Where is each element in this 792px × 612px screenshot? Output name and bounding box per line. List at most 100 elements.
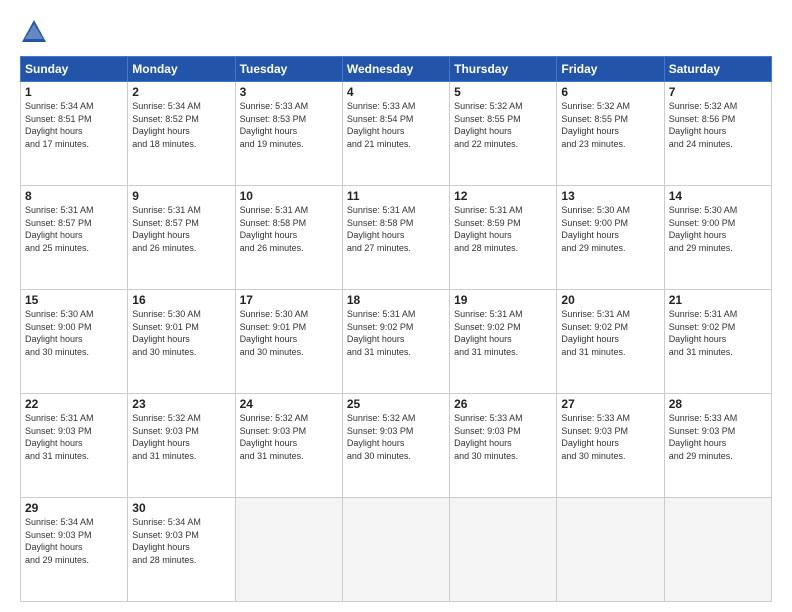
table-row: 17 Sunrise: 5:30 AM Sunset: 9:01 PM Dayl… [235, 290, 342, 394]
logo [20, 18, 50, 46]
table-row: 7 Sunrise: 5:32 AM Sunset: 8:56 PM Dayli… [664, 82, 771, 186]
sunset-label: Sunset: 9:00 PM [561, 218, 628, 228]
sunrise-label: Sunrise: 5:31 AM [25, 413, 94, 423]
sunrise-label: Sunrise: 5:30 AM [240, 309, 309, 319]
table-row: 29 Sunrise: 5:34 AM Sunset: 9:03 PM Dayl… [21, 498, 128, 602]
day-detail: Sunrise: 5:34 AM Sunset: 9:03 PM Dayligh… [132, 516, 230, 566]
day-number: 2 [132, 85, 230, 99]
table-row: 30 Sunrise: 5:34 AM Sunset: 9:03 PM Dayl… [128, 498, 235, 602]
day-detail: Sunrise: 5:33 AM Sunset: 8:53 PM Dayligh… [240, 100, 338, 150]
sunrise-label: Sunrise: 5:31 AM [347, 309, 416, 319]
table-row [342, 498, 449, 602]
day-number: 29 [25, 501, 123, 515]
sunrise-label: Sunrise: 5:34 AM [25, 101, 94, 111]
table-row: 6 Sunrise: 5:32 AM Sunset: 8:55 PM Dayli… [557, 82, 664, 186]
daylight-label: Daylight hours [240, 334, 298, 344]
sunset-label: Sunset: 9:01 PM [132, 322, 199, 332]
day-detail: Sunrise: 5:34 AM Sunset: 8:51 PM Dayligh… [25, 100, 123, 150]
table-row: 3 Sunrise: 5:33 AM Sunset: 8:53 PM Dayli… [235, 82, 342, 186]
table-row: 12 Sunrise: 5:31 AM Sunset: 8:59 PM Dayl… [450, 186, 557, 290]
day-number: 11 [347, 189, 445, 203]
calendar-header-row: Sunday Monday Tuesday Wednesday Thursday… [21, 57, 772, 82]
table-row [450, 498, 557, 602]
day-detail: Sunrise: 5:31 AM Sunset: 9:03 PM Dayligh… [25, 412, 123, 462]
daylight-value: and 26 minutes. [132, 243, 196, 253]
sunrise-label: Sunrise: 5:30 AM [132, 309, 201, 319]
daylight-value: and 29 minutes. [669, 243, 733, 253]
daylight-label: Daylight hours [669, 438, 727, 448]
sunset-label: Sunset: 8:57 PM [132, 218, 199, 228]
calendar-week-3: 15 Sunrise: 5:30 AM Sunset: 9:00 PM Dayl… [21, 290, 772, 394]
sunrise-label: Sunrise: 5:31 AM [240, 205, 309, 215]
table-row: 24 Sunrise: 5:32 AM Sunset: 9:03 PM Dayl… [235, 394, 342, 498]
sunrise-label: Sunrise: 5:33 AM [561, 413, 630, 423]
header [20, 18, 772, 46]
table-row: 27 Sunrise: 5:33 AM Sunset: 9:03 PM Dayl… [557, 394, 664, 498]
sunrise-label: Sunrise: 5:33 AM [454, 413, 523, 423]
day-number: 6 [561, 85, 659, 99]
day-number: 17 [240, 293, 338, 307]
sunrise-label: Sunrise: 5:30 AM [669, 205, 738, 215]
daylight-label: Daylight hours [25, 334, 83, 344]
col-tuesday: Tuesday [235, 57, 342, 82]
day-detail: Sunrise: 5:33 AM Sunset: 9:03 PM Dayligh… [561, 412, 659, 462]
daylight-label: Daylight hours [669, 334, 727, 344]
calendar-table: Sunday Monday Tuesday Wednesday Thursday… [20, 56, 772, 602]
sunrise-label: Sunrise: 5:34 AM [132, 517, 201, 527]
daylight-label: Daylight hours [669, 230, 727, 240]
table-row: 16 Sunrise: 5:30 AM Sunset: 9:01 PM Dayl… [128, 290, 235, 394]
sunset-label: Sunset: 9:02 PM [454, 322, 521, 332]
daylight-label: Daylight hours [561, 334, 619, 344]
daylight-label: Daylight hours [25, 126, 83, 136]
sunrise-label: Sunrise: 5:34 AM [132, 101, 201, 111]
day-number: 30 [132, 501, 230, 515]
daylight-label: Daylight hours [347, 438, 405, 448]
day-detail: Sunrise: 5:31 AM Sunset: 9:02 PM Dayligh… [669, 308, 767, 358]
day-number: 15 [25, 293, 123, 307]
sunset-label: Sunset: 8:56 PM [669, 114, 736, 124]
day-detail: Sunrise: 5:31 AM Sunset: 9:02 PM Dayligh… [347, 308, 445, 358]
daylight-label: Daylight hours [454, 126, 512, 136]
sunrise-label: Sunrise: 5:31 AM [25, 205, 94, 215]
col-monday: Monday [128, 57, 235, 82]
table-row: 8 Sunrise: 5:31 AM Sunset: 8:57 PM Dayli… [21, 186, 128, 290]
table-row: 18 Sunrise: 5:31 AM Sunset: 9:02 PM Dayl… [342, 290, 449, 394]
sunrise-label: Sunrise: 5:32 AM [561, 101, 630, 111]
daylight-label: Daylight hours [25, 438, 83, 448]
sunset-label: Sunset: 9:03 PM [25, 530, 92, 540]
daylight-label: Daylight hours [454, 334, 512, 344]
sunset-label: Sunset: 9:03 PM [25, 426, 92, 436]
calendar-week-4: 22 Sunrise: 5:31 AM Sunset: 9:03 PM Dayl… [21, 394, 772, 498]
table-row: 20 Sunrise: 5:31 AM Sunset: 9:02 PM Dayl… [557, 290, 664, 394]
table-row: 28 Sunrise: 5:33 AM Sunset: 9:03 PM Dayl… [664, 394, 771, 498]
table-row: 13 Sunrise: 5:30 AM Sunset: 9:00 PM Dayl… [557, 186, 664, 290]
daylight-value: and 30 minutes. [454, 451, 518, 461]
daylight-value: and 31 minutes. [347, 347, 411, 357]
sunrise-label: Sunrise: 5:31 AM [454, 205, 523, 215]
daylight-value: and 25 minutes. [25, 243, 89, 253]
day-detail: Sunrise: 5:34 AM Sunset: 8:52 PM Dayligh… [132, 100, 230, 150]
daylight-label: Daylight hours [25, 542, 83, 552]
sunset-label: Sunset: 8:55 PM [561, 114, 628, 124]
sunrise-label: Sunrise: 5:30 AM [561, 205, 630, 215]
day-detail: Sunrise: 5:31 AM Sunset: 8:57 PM Dayligh… [132, 204, 230, 254]
day-number: 3 [240, 85, 338, 99]
daylight-value: and 22 minutes. [454, 139, 518, 149]
daylight-value: and 26 minutes. [240, 243, 304, 253]
sunset-label: Sunset: 9:03 PM [669, 426, 736, 436]
sunset-label: Sunset: 9:01 PM [240, 322, 307, 332]
table-row: 15 Sunrise: 5:30 AM Sunset: 9:00 PM Dayl… [21, 290, 128, 394]
sunset-label: Sunset: 9:03 PM [132, 530, 199, 540]
day-number: 24 [240, 397, 338, 411]
daylight-label: Daylight hours [132, 542, 190, 552]
day-detail: Sunrise: 5:32 AM Sunset: 8:55 PM Dayligh… [454, 100, 552, 150]
sunset-label: Sunset: 9:03 PM [132, 426, 199, 436]
day-number: 21 [669, 293, 767, 307]
day-number: 10 [240, 189, 338, 203]
day-number: 14 [669, 189, 767, 203]
daylight-value: and 28 minutes. [454, 243, 518, 253]
col-wednesday: Wednesday [342, 57, 449, 82]
daylight-label: Daylight hours [454, 438, 512, 448]
table-row: 19 Sunrise: 5:31 AM Sunset: 9:02 PM Dayl… [450, 290, 557, 394]
sunrise-label: Sunrise: 5:31 AM [454, 309, 523, 319]
